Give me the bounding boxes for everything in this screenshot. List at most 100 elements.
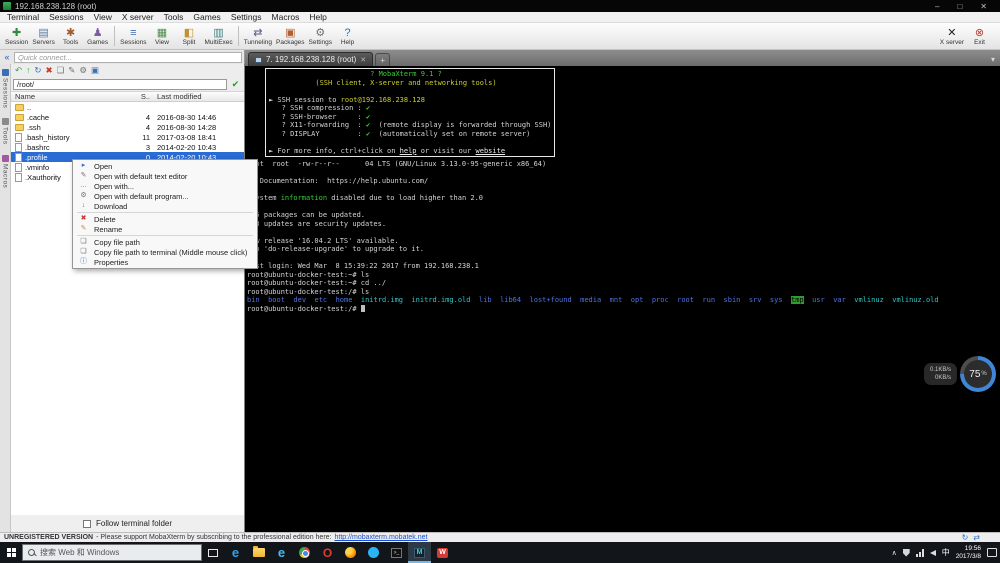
- context-menu-item-copy-file-path[interactable]: ❏ Copy file path: [74, 237, 256, 247]
- toolbar-button-games[interactable]: ♟ Games: [84, 23, 111, 49]
- context-menu-item-open-with[interactable]: … Open with...: [74, 181, 256, 191]
- up-icon[interactable]: ↑: [26, 66, 30, 75]
- taskbar-app-opera[interactable]: O: [316, 542, 339, 563]
- chrome-icon: [299, 547, 310, 558]
- menu-item-macros[interactable]: Macros: [267, 12, 305, 22]
- path-input[interactable]: /root/: [13, 78, 227, 90]
- maximize-button[interactable]: □: [957, 2, 962, 11]
- minimize-button[interactable]: –: [935, 2, 939, 11]
- taskbar-app-explorer[interactable]: [247, 542, 270, 563]
- menu-item-sessions[interactable]: Sessions: [44, 12, 89, 22]
- copy-icon[interactable]: ❏: [57, 66, 65, 75]
- terminal-text: help: [399, 146, 417, 155]
- toolbar-button-multiexec[interactable]: ▥ MultiExec: [203, 23, 235, 49]
- mobatek-link[interactable]: http://mobaxterm.mobatek.net: [334, 534, 427, 541]
- context-menu-item-rename[interactable]: ✎ Rename: [74, 224, 256, 234]
- menu-item-settings[interactable]: Settings: [226, 12, 267, 22]
- column-header-name[interactable]: Name: [11, 92, 123, 101]
- taskbar-app-firefox[interactable]: [339, 542, 362, 563]
- toolbar-button-help[interactable]: ? Help: [334, 23, 361, 49]
- edit-icon[interactable]: ✎: [68, 66, 75, 75]
- toolbar-button-split[interactable]: ◧ Split: [176, 23, 203, 49]
- refresh-status-icon[interactable]: ↻: [962, 533, 969, 542]
- taskbar-clock[interactable]: 19:56 2017/3/8: [956, 545, 981, 560]
- go-path-icon[interactable]: ✔: [229, 79, 242, 90]
- taskbar-app-edge[interactable]: e: [224, 542, 247, 563]
- tab-close-icon[interactable]: ✕: [360, 56, 366, 64]
- file-row-parent[interactable]: ..: [11, 102, 244, 112]
- menu-item-terminal[interactable]: Terminal: [2, 12, 44, 22]
- menu-item-x-server[interactable]: X server: [117, 12, 159, 22]
- toolbar-button-view[interactable]: ▦ View: [149, 23, 176, 49]
- toolbar-button-tunneling[interactable]: ⇄ Tunneling: [242, 23, 274, 49]
- refresh-icon[interactable]: ↻: [34, 66, 41, 75]
- context-menu-item-open-with-default-text-editor[interactable]: ✎ Open with default text editor: [74, 171, 256, 181]
- context-menu-item-copy-file-path-to-terminal-middle-mouse-click[interactable]: ❏ Copy file path to terminal (Middle mous…: [74, 247, 256, 257]
- file-row-bashrc[interactable]: .bashrc 3 2014-02-20 10:43: [11, 142, 244, 152]
- start-button[interactable]: [0, 542, 22, 563]
- defender-icon[interactable]: [902, 548, 910, 557]
- taskbar-app-ie[interactable]: e: [270, 542, 293, 563]
- toolbar-button-sessions[interactable]: ≡ Sessions: [118, 23, 148, 49]
- file-row-bash-history[interactable]: .bash_history 11 2017-03-08 18:41: [11, 132, 244, 142]
- task-view-button[interactable]: [202, 542, 224, 563]
- tab-list-icon[interactable]: ▾: [991, 55, 1000, 66]
- context-menu-item-delete[interactable]: ✖ Delete: [74, 214, 256, 224]
- sidebar-tab-sessions[interactable]: Sessions: [1, 69, 9, 108]
- transparency-dial[interactable]: 75%: [960, 356, 997, 392]
- network-speed-widget[interactable]: 0.1KB/s 0KB/s 75%: [924, 356, 997, 392]
- xserver-icon: ✕: [947, 26, 957, 39]
- file-name: .Xauthority: [25, 172, 61, 182]
- context-menu-item-label: Rename: [94, 224, 123, 234]
- sidebar-tab-macros[interactable]: Macros: [1, 155, 9, 188]
- menu-item-help[interactable]: Help: [304, 12, 331, 22]
- collapse-sidebar-icon[interactable]: «: [2, 52, 12, 62]
- stop-icon[interactable]: ✖: [46, 66, 53, 75]
- toolbar-button-session[interactable]: ✚ Session: [3, 23, 30, 49]
- terminal[interactable]: ? MobaXterm 9.1 ? (SSH client, X-server …: [245, 66, 1000, 532]
- follow-terminal-folder-checkbox[interactable]: [82, 519, 91, 528]
- tray-expand-icon[interactable]: ∧: [892, 549, 897, 557]
- action-center-icon[interactable]: [987, 548, 997, 557]
- menu-item-games[interactable]: Games: [188, 12, 225, 22]
- taskbar-app-messenger[interactable]: [362, 542, 385, 563]
- settings2-icon[interactable]: ⚙: [79, 66, 87, 75]
- terminal-tab[interactable]: 7. 192.168.238.128 (root) ✕: [248, 52, 374, 66]
- file-row-ssh[interactable]: .ssh 4 2016-08-30 14:28: [11, 122, 244, 132]
- menu-item-tools[interactable]: Tools: [159, 12, 189, 22]
- editor-icon: ✎: [80, 172, 87, 179]
- taskbar-app-cmd[interactable]: >_: [385, 542, 408, 563]
- context-menu-item-properties[interactable]: ⓘ Properties: [74, 257, 256, 267]
- new-tab-button[interactable]: +: [375, 53, 391, 66]
- wps-icon: W: [437, 547, 448, 558]
- close-button[interactable]: ✕: [980, 2, 987, 11]
- toolbar-button-servers[interactable]: ▤ Servers: [30, 23, 57, 49]
- menu-item-view[interactable]: View: [89, 12, 117, 22]
- context-menu-item-open[interactable]: ▸ Open: [74, 161, 256, 171]
- monitor-icon[interactable]: ▣: [91, 66, 99, 75]
- volume-icon[interactable]: [929, 549, 936, 556]
- sidebar-tab-tools[interactable]: Tools: [1, 118, 9, 145]
- taskbar-app-wps[interactable]: W: [431, 542, 454, 563]
- display-status-icon[interactable]: ⇄: [973, 533, 980, 542]
- column-header-modified[interactable]: Last modified: [153, 92, 244, 101]
- toolbar-button-tools[interactable]: ✱ Tools: [57, 23, 84, 49]
- toolbar-button-packages[interactable]: ▣ Packages: [274, 23, 307, 49]
- context-menu-item-download[interactable]: ↓ Download: [74, 201, 256, 211]
- taskbar-app-mobaxterm[interactable]: M: [408, 542, 431, 563]
- taskbar-app-chrome[interactable]: [293, 542, 316, 563]
- terminal-text: website: [475, 146, 506, 155]
- language-indicator[interactable]: 中: [942, 547, 950, 558]
- taskbar-search[interactable]: 搜索 Web 和 Windows: [22, 544, 202, 561]
- back-icon[interactable]: ↶: [15, 66, 22, 75]
- file-row-cache[interactable]: .cache 4 2016-08-30 14:46: [11, 112, 244, 122]
- column-header-size[interactable]: S..: [123, 92, 153, 101]
- toolbar-button-x-server[interactable]: ✕ X server: [938, 23, 966, 49]
- context-menu-item-open-with-default-program[interactable]: ⚙ Open with default program...: [74, 191, 256, 201]
- quick-connect-input[interactable]: Quick connect...: [14, 51, 242, 63]
- toolbar-button-exit[interactable]: ⊗ Exit: [966, 23, 993, 49]
- toolbar-button-settings[interactable]: ⚙ Settings: [307, 23, 335, 49]
- terminal-text: root@ubuntu-docker-test:/# ls: [247, 287, 370, 296]
- network-icon[interactable]: [915, 548, 924, 557]
